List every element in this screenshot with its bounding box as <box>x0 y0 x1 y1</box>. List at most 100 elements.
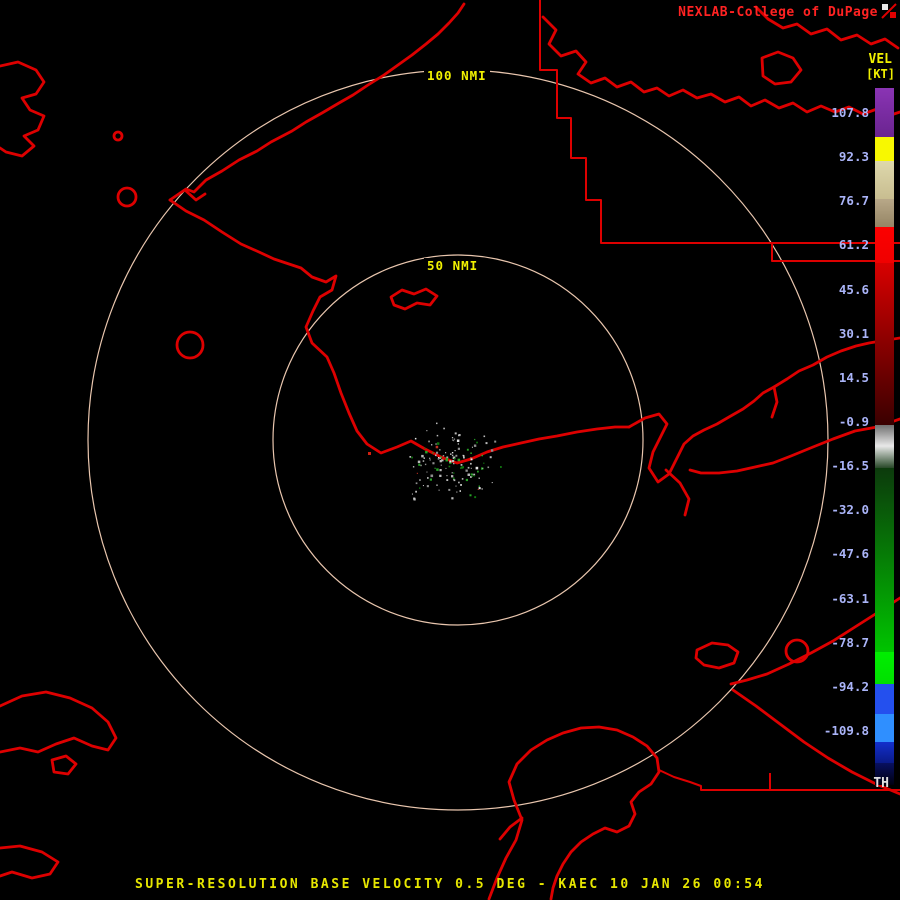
colorbar-segment <box>875 199 894 227</box>
echo-pixel <box>453 457 456 460</box>
echo-pixel <box>500 466 502 468</box>
small-lake-outline <box>389 287 439 311</box>
echo-pixel <box>428 440 430 443</box>
echo-pixel <box>459 490 461 492</box>
echo-pixel <box>483 462 485 464</box>
echo-pixel <box>432 452 434 454</box>
colorbar-tick: -32.0 <box>831 502 869 518</box>
topright-river-1 <box>541 15 900 117</box>
echo-pixel <box>460 464 463 466</box>
echo-pixel <box>418 463 421 466</box>
colorbar-tick: 14.5 <box>838 369 869 385</box>
echo-pixel <box>419 479 421 481</box>
small-circle-2 <box>175 330 205 360</box>
ring-label-100nmi: 100 NMI <box>424 68 490 83</box>
echo-pixel <box>463 456 465 459</box>
small-blob-right <box>694 641 740 670</box>
echo-pixel <box>471 446 473 448</box>
echo-pixel <box>451 454 454 457</box>
brand-text: NEXLAB-College of DuPage <box>678 5 878 20</box>
echo-pixel <box>452 460 455 463</box>
echo-pixel <box>452 477 455 480</box>
colorbar-tick: 76.7 <box>838 193 869 209</box>
echo-pixel <box>481 488 483 490</box>
echo-pixel <box>473 444 477 447</box>
echo-pixel <box>457 443 459 445</box>
echo-pixel <box>450 453 452 455</box>
echo-pixel <box>478 487 481 490</box>
echo-pixel <box>414 437 417 440</box>
echo-pixel <box>448 488 451 491</box>
echo-pixel <box>452 439 454 441</box>
echo-pixel <box>483 435 486 438</box>
colorbar-tick: -78.7 <box>831 634 869 650</box>
echo-pixel <box>473 475 475 477</box>
echo-pixel <box>481 454 483 457</box>
echo-pixel <box>426 471 428 473</box>
echo-pixel <box>451 437 454 439</box>
colorbar-tick: -63.1 <box>831 590 869 606</box>
echo-pixel <box>436 442 440 445</box>
echo-pixel <box>457 458 461 462</box>
echo-pixel <box>451 472 453 474</box>
colorbar-segment <box>875 425 894 446</box>
echo-pixel <box>432 462 435 465</box>
colorbar-segment <box>875 714 894 742</box>
echo-pixel <box>436 468 439 471</box>
echo-pixel <box>455 485 457 487</box>
echo-pixel <box>439 469 442 472</box>
echo-pixel <box>457 447 460 450</box>
echo-pixel <box>470 462 472 465</box>
colorbar-tick: 107.8 <box>831 105 869 120</box>
bottom-lake-outline <box>487 725 661 900</box>
echo-pixel <box>439 474 442 477</box>
echo-pixel <box>429 478 432 481</box>
colorbar-segment <box>875 137 894 161</box>
county-bottomright <box>658 769 900 791</box>
colorbar-segment <box>875 468 894 652</box>
colorbar-segment <box>875 161 894 199</box>
echo-pixel <box>415 482 418 485</box>
echo-pixel <box>430 474 434 478</box>
corner-blob <box>0 844 60 880</box>
echo-pixel <box>417 460 421 464</box>
echo-pixel <box>469 494 472 497</box>
echo-pixel <box>440 464 442 466</box>
topright-blob <box>760 50 803 86</box>
echo-pixel <box>424 463 427 466</box>
echo-pixel <box>446 479 449 481</box>
echo-pixel <box>451 497 454 500</box>
echo-pixel <box>435 445 439 449</box>
echo-pixel <box>438 489 440 491</box>
colorbar-segment <box>875 652 894 684</box>
radar-map <box>0 0 900 900</box>
echo-pixel <box>422 485 424 487</box>
echo-pixel <box>409 456 412 458</box>
colorbar-tick: 45.6 <box>838 281 869 297</box>
echo-pixel <box>424 447 426 449</box>
echo-pixel <box>470 458 473 461</box>
echo-pixel <box>439 449 441 451</box>
echo-pixel <box>445 452 447 454</box>
echo-pixel <box>368 452 371 455</box>
echo-pixel <box>448 465 451 468</box>
colorbar-segment <box>875 446 894 468</box>
echo-pixel <box>455 454 458 457</box>
echo-pixel <box>458 481 460 484</box>
echo-pixel <box>490 449 494 452</box>
echo-pixel <box>453 438 456 440</box>
colorbar-tick: 61.2 <box>838 237 869 253</box>
echo-pixel <box>494 440 497 443</box>
cod-logo-icon <box>881 3 897 19</box>
echo-pixel <box>429 459 431 461</box>
velocity-echoes <box>368 422 502 501</box>
echo-pixel <box>445 467 447 469</box>
echo-pixel <box>423 457 425 459</box>
echo-pixel <box>453 472 455 474</box>
small-circle-4 <box>112 130 124 142</box>
echo-pixel <box>449 460 452 463</box>
echo-pixel <box>425 450 428 454</box>
echo-pixel <box>467 466 470 469</box>
echo-pixel <box>465 469 468 472</box>
echo-pixel <box>415 490 417 493</box>
